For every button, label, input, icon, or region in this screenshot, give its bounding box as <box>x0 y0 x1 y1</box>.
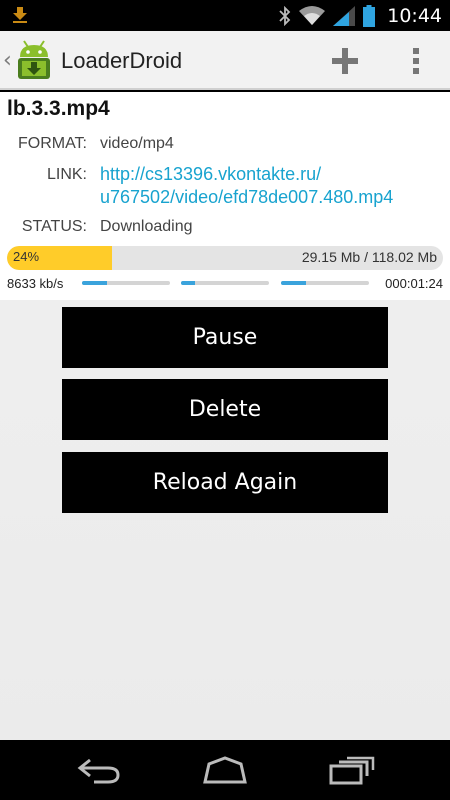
segment-fill-1 <box>82 281 107 285</box>
status-label: STATUS: <box>21 218 87 235</box>
segment-progress-3 <box>281 281 369 285</box>
clock: 10:44 <box>387 4 442 27</box>
android-download-app-icon[interactable] <box>14 39 54 81</box>
download-progress-bar: 24% 29.15 Mb / 118.02 Mb <box>7 246 443 270</box>
download-notification-icon <box>13 7 27 23</box>
bluetooth-icon <box>279 5 291 26</box>
segment-progress-2 <box>181 281 269 285</box>
format-value: video/mp4 <box>100 135 174 152</box>
time-remaining: 000:01:24 <box>385 276 443 291</box>
reload-again-button[interactable]: Reload Again <box>62 452 388 513</box>
progress-percent: 24% <box>13 249 40 264</box>
download-size: 29.15 Mb / 118.02 Mb <box>301 249 437 265</box>
signal-icon <box>333 5 356 26</box>
battery-icon <box>363 4 376 27</box>
segment-progress-1 <box>82 281 170 285</box>
link-line-1: http://cs13396.vkontakte.ru/ <box>100 164 322 184</box>
recent-apps-icon[interactable] <box>327 754 375 786</box>
delete-button[interactable]: Delete <box>62 379 388 440</box>
status-icons: 10:44 <box>279 0 442 31</box>
segment-fill-3 <box>281 281 306 285</box>
pause-button[interactable]: Pause <box>62 307 388 368</box>
navigation-bar <box>0 740 450 800</box>
chevron-left-icon[interactable]: ‹ <box>3 50 12 72</box>
download-link[interactable]: http://cs13396.vkontakte.ru/ u767502/vid… <box>100 163 393 209</box>
wifi-icon <box>299 5 326 25</box>
file-name: lb.3.3.mp4 <box>7 97 110 120</box>
download-speed: 8633 kb/s <box>7 276 64 291</box>
status-value: Downloading <box>100 218 193 235</box>
link-line-2: u767502/video/efd78de007.480.mp4 <box>100 187 394 207</box>
add-icon[interactable] <box>328 44 362 78</box>
format-label: FORMAT: <box>17 135 87 152</box>
download-info-card: lb.3.3.mp4 FORMAT: video/mp4 LINK: http:… <box>0 92 450 300</box>
app-title: LoaderDroid <box>61 48 183 73</box>
back-icon[interactable] <box>74 754 122 786</box>
action-bar: ‹ LoaderDroid <box>0 31 450 90</box>
link-label: LINK: <box>46 166 87 183</box>
segment-fill-2 <box>181 281 196 285</box>
status-bar: 10:44 <box>0 0 450 31</box>
home-icon[interactable] <box>201 754 249 786</box>
overflow-menu-icon[interactable] <box>404 44 428 78</box>
main-content: lb.3.3.mp4 FORMAT: video/mp4 LINK: http:… <box>0 92 450 740</box>
